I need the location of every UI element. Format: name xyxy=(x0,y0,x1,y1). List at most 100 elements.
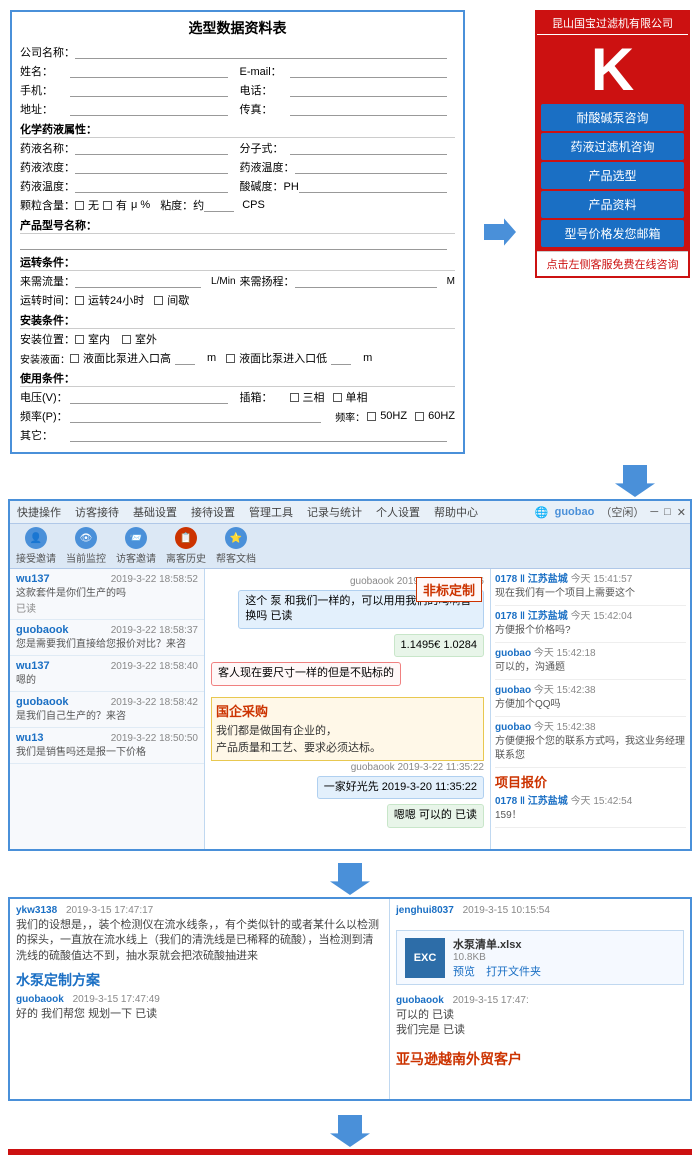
file-open-btn[interactable]: 打开文件夹 xyxy=(486,966,541,978)
viscosity-field[interactable] xyxy=(204,198,234,212)
toolbar-btn-3[interactable]: 接待设置 xyxy=(188,503,238,521)
menu-btn-4[interactable]: 型号价格发您邮箱 xyxy=(541,220,684,247)
file-actions: 预览 打开文件夹 xyxy=(453,963,541,979)
inlet-below-unit: m xyxy=(363,352,372,364)
menu-btn-3[interactable]: 产品资料 xyxy=(541,191,684,218)
outdoor-cb[interactable] xyxy=(122,335,131,344)
company-field[interactable] xyxy=(75,45,447,59)
right-text-0: 现在我们有一个项目上需要这个 xyxy=(495,587,686,601)
chat-bubble-3: guobaook 2019-3-22 11:35:22 一家好光先 2019-3… xyxy=(211,761,484,799)
tri-cb[interactable] xyxy=(290,393,299,402)
right-msg-0: 0178 ‖ 江苏盐城 今天 15:41:57 现在我们有一个项目上需要这个 xyxy=(495,573,686,606)
company-row: 公司名称： xyxy=(20,44,455,60)
msg-time-2: 2019-3-22 18:58:40 xyxy=(111,661,198,672)
toolbar-btn-2[interactable]: 基础设置 xyxy=(130,503,180,521)
liquid-name-label: 药液名称： xyxy=(20,140,75,156)
voltage-field[interactable] xyxy=(70,390,228,404)
chat-msg-3[interactable]: guobaook 2019-3-22 18:58:42 是我们自己生产的？来咨 xyxy=(10,692,204,728)
phase-cb-row: 三相 单相 xyxy=(290,389,368,405)
conc-field[interactable] xyxy=(75,160,228,174)
intermittent-cb[interactable] xyxy=(154,296,163,305)
particle-percent: μ % xyxy=(131,199,150,211)
nav-item-1[interactable]: 👁 当前监控 xyxy=(66,527,106,565)
mol-field[interactable] xyxy=(290,141,448,155)
window-minimize[interactable]: ─ xyxy=(650,506,658,518)
nav-item-3[interactable]: 📋 离客历史 xyxy=(166,527,206,565)
freq-label: 频率(P)： xyxy=(20,408,70,424)
email-field[interactable] xyxy=(290,64,448,78)
file-preview-btn[interactable]: 预览 xyxy=(453,966,475,978)
inlet-above-field[interactable] xyxy=(175,351,195,365)
msg-time-0: 2019-3-22 18:58:52 xyxy=(111,574,198,585)
toolbar-btn-1[interactable]: 访客接待 xyxy=(72,503,122,521)
product-row xyxy=(20,236,455,250)
window-close[interactable]: ✕ xyxy=(677,506,686,519)
nav-icon-2: 📨 xyxy=(125,527,147,549)
phone-field[interactable] xyxy=(70,83,228,97)
inlet-below-field[interactable] xyxy=(331,351,351,365)
other-field[interactable] xyxy=(70,428,447,442)
chat-msg-2[interactable]: wu137 2019-3-22 18:58:40 嗯的 xyxy=(10,656,204,692)
chat-msg-4[interactable]: wu13 2019-3-22 18:50:50 我们是销售吗还是报一下价格 xyxy=(10,728,204,764)
name-field[interactable] xyxy=(70,64,228,78)
chat-msg-1[interactable]: guobaook 2019-3-22 18:58:37 您是需要我们直接给您报价… xyxy=(10,620,204,656)
particle-none-cb[interactable] xyxy=(75,201,84,210)
density-field[interactable] xyxy=(295,160,448,174)
purity-field[interactable] xyxy=(75,179,228,193)
inlet-below-cb[interactable] xyxy=(226,354,235,363)
runtime-row: 运转时间： 运转24小时 间歇 xyxy=(20,292,455,308)
addr-field[interactable] xyxy=(70,102,228,116)
liquid-name-field[interactable] xyxy=(75,141,228,155)
inlet-above-cb[interactable] xyxy=(70,354,79,363)
nav-item-2[interactable]: 📨 访客邀请 xyxy=(116,527,156,565)
lift-field[interactable] xyxy=(295,274,437,288)
chat-msg-0[interactable]: wu137 2019-3-22 18:58:52 这款套件是你们生产的吗 已读 xyxy=(10,569,204,620)
particle-have-cb[interactable] xyxy=(103,201,112,210)
nav-item-4[interactable]: ⭐ 帮客文档 xyxy=(216,527,256,565)
ph-field[interactable] xyxy=(299,179,447,193)
company-panel: 昆山国宝过滤机有限公司 K 耐酸碱泵咨询 药液过滤机咨询 产品选型 产品资料 型… xyxy=(535,10,690,278)
menu-btn-0[interactable]: 耐酸碱泵咨询 xyxy=(541,104,684,131)
window-maximize[interactable]: □ xyxy=(664,506,671,518)
toolbar-btn-7[interactable]: 帮助中心 xyxy=(431,503,481,521)
bmsg-user-0: ykw3138 xyxy=(16,905,57,916)
nav-item-0[interactable]: 👤 接受邀请 xyxy=(16,527,56,565)
inlet-above-unit: m xyxy=(207,352,216,364)
bmsg-user-1: guobaook xyxy=(16,994,64,1005)
bottom-right-msg-0: jenghui8037 2019-3-15 10:15:54 xyxy=(396,905,684,918)
fax-field[interactable] xyxy=(290,102,448,116)
indoor-cb[interactable] xyxy=(75,335,84,344)
flow-field[interactable] xyxy=(75,274,201,288)
voltage-col: 电压(V)： xyxy=(20,389,236,405)
toolbar-btn-5[interactable]: 记录与统计 xyxy=(304,503,365,521)
tel-field[interactable] xyxy=(290,83,448,97)
addr-label: 地址： xyxy=(20,101,70,117)
toolbar-btn-6[interactable]: 个人设置 xyxy=(373,503,423,521)
freq60-cb[interactable] xyxy=(415,412,424,421)
inlet-label: 安装液面： xyxy=(20,351,70,366)
switch-col: 插箱： 三相 单相 xyxy=(240,389,456,405)
menu-btn-1[interactable]: 药液过滤机咨询 xyxy=(541,133,684,160)
msg-status-0: 已读 xyxy=(16,600,198,615)
bubble-text-1: 1.1495€ 1.0284 xyxy=(394,634,484,657)
toolbar-btn-0[interactable]: 快捷操作 xyxy=(14,503,64,521)
install-section: 安装条件： xyxy=(20,312,455,329)
email-label: E-mail： xyxy=(240,63,290,79)
toolbar-btn-4[interactable]: 管理工具 xyxy=(246,503,296,521)
bottom-section: ykw3138 2019-3-15 17:47:17 我们的设想是，，装个检测仪… xyxy=(8,897,692,1101)
single-cb[interactable] xyxy=(333,393,342,402)
bmsg-header-1: guobaook 2019-3-15 17:47:49 xyxy=(16,994,383,1005)
toolbar-status: 🌐 guobao （空闲） ─ □ ✕ xyxy=(535,504,686,520)
right-time-2: 今天 15:42:18 xyxy=(534,648,596,659)
top-section: 选型数据资料表 公司名称： 姓名： E-mail： 手机： 电话： xyxy=(0,0,700,459)
msg-preview-3: 是我们自己生产的？来咨 xyxy=(16,710,198,723)
freq-field[interactable] xyxy=(70,409,321,423)
run24-cb[interactable] xyxy=(75,296,84,305)
chat-section: 快捷操作 访客接待 基础设置 接待设置 管理工具 记录与统计 个人设置 帮助中心… xyxy=(8,499,692,851)
chat-center-panel: 非标定制 guobaook 2019-3-22 10:09:46 这个 泵 和我… xyxy=(205,569,490,849)
status-label: （空闲） xyxy=(600,504,644,520)
freq50-cb[interactable] xyxy=(367,412,376,421)
product-field[interactable] xyxy=(20,236,447,250)
right-time-5: 今天 15:42:54 xyxy=(571,796,633,807)
menu-btn-2[interactable]: 产品选型 xyxy=(541,162,684,189)
